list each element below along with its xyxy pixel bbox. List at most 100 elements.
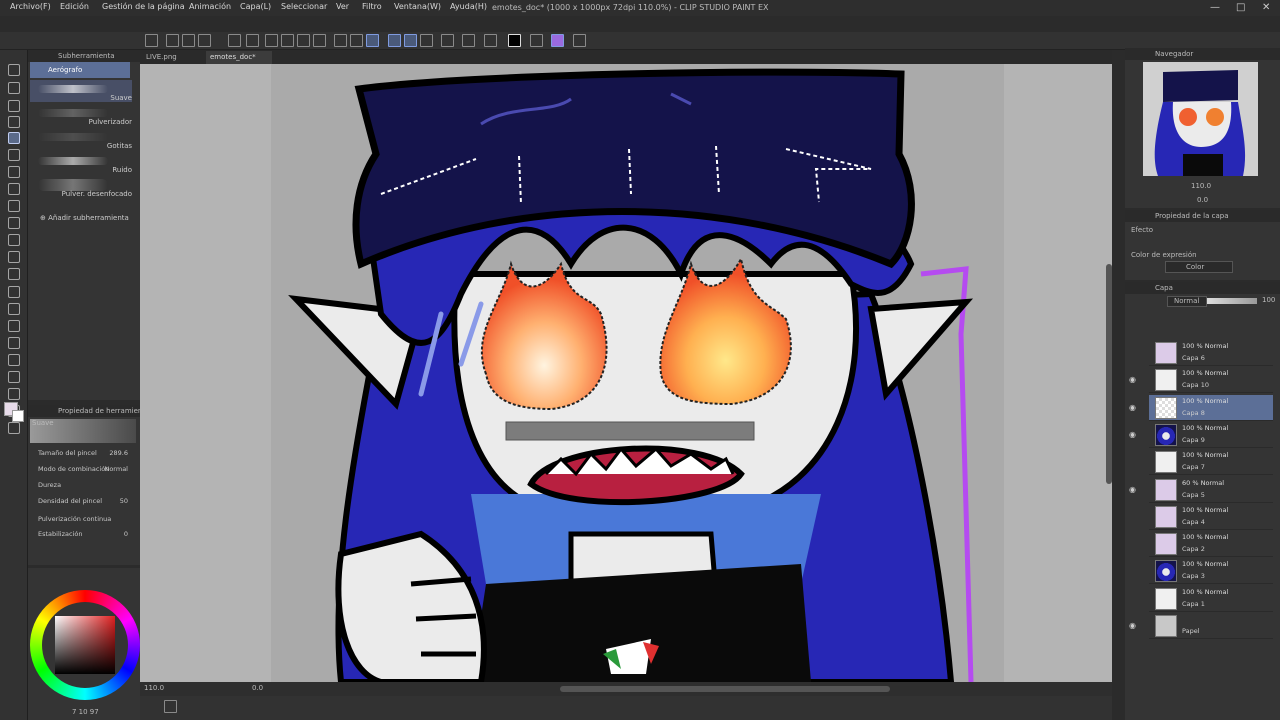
fit-screen-icon[interactable] bbox=[164, 700, 177, 713]
subtool-brush-pulverizador[interactable]: Pulverizador bbox=[30, 104, 132, 126]
navigator-angle[interactable]: 0.0 bbox=[1197, 196, 1208, 204]
prop-value[interactable]: 289.6 bbox=[109, 449, 128, 457]
hand-tool-icon[interactable] bbox=[8, 388, 20, 400]
menu-gestion-pagina[interactable]: Gestión de la página bbox=[102, 2, 185, 11]
menu-filtro[interactable]: Filtro bbox=[362, 2, 382, 11]
layer-row-capa-8[interactable]: ◉ 100 % Normal Capa 8 bbox=[1129, 394, 1273, 421]
canvas-area[interactable] bbox=[140, 64, 1112, 682]
layer-row-capa-4[interactable]: 100 % Normal Capa 4 bbox=[1149, 504, 1273, 530]
new-file-icon[interactable] bbox=[166, 34, 179, 47]
eye-icon[interactable]: ◉ bbox=[1129, 485, 1136, 494]
decoration-tool-icon[interactable] bbox=[8, 149, 20, 161]
brush-size-row[interactable]: Tamaño del pincel 289.6 bbox=[38, 449, 138, 461]
prop-value[interactable]: 0 bbox=[124, 530, 128, 538]
menu-ayuda[interactable]: Ayuda(H) bbox=[450, 2, 487, 11]
menu-edicion[interactable]: Edición bbox=[60, 2, 89, 11]
brush-density-row[interactable]: Densidad del pincel 50 bbox=[38, 497, 138, 509]
move-layer-tool-icon[interactable] bbox=[8, 286, 20, 298]
stabilization-row[interactable]: Estabilización 0 bbox=[38, 530, 138, 542]
eyedropper-icon[interactable] bbox=[573, 34, 586, 47]
subtool-brush-gotitas[interactable]: Gotitas bbox=[30, 128, 132, 150]
opacity-slider[interactable] bbox=[1207, 298, 1257, 304]
layer-row-capa-6[interactable]: 100 % Normal Capa 6 bbox=[1149, 340, 1273, 366]
blend-tool-icon[interactable] bbox=[8, 166, 20, 178]
save-icon[interactable] bbox=[198, 34, 211, 47]
add-subtool-button[interactable]: ⊕ Añadir subherramienta bbox=[40, 214, 129, 222]
ruler-icon[interactable] bbox=[441, 34, 454, 47]
prop-value[interactable]: Normal bbox=[104, 465, 128, 473]
ruler-tool-icon[interactable] bbox=[8, 303, 20, 315]
open-file-icon[interactable] bbox=[182, 34, 195, 47]
snap-special-ruler-icon[interactable] bbox=[404, 34, 417, 47]
settings-icon[interactable] bbox=[462, 34, 475, 47]
menu-ver[interactable]: Ver bbox=[336, 2, 349, 11]
menu-animacion[interactable]: Animación bbox=[189, 2, 231, 11]
pen-tool-icon[interactable] bbox=[8, 64, 20, 76]
layer-row-capa-10[interactable]: ◉ 100 % Normal Capa 10 bbox=[1129, 367, 1273, 394]
layer-row-capa-7[interactable]: 100 % Normal Capa 7 bbox=[1149, 449, 1273, 476]
invert-selection-icon[interactable] bbox=[350, 34, 363, 47]
black-color-icon[interactable] bbox=[508, 34, 521, 47]
artwork-canvas[interactable] bbox=[271, 64, 1004, 682]
blend-mode-select[interactable]: Normal bbox=[1167, 296, 1207, 307]
layer-row-capa-9[interactable]: ◉ 100 % Normal Capa 9 bbox=[1129, 422, 1273, 448]
menu-archivo[interactable]: Archivo(F) bbox=[10, 2, 51, 11]
zoom-readout[interactable]: 110.0 bbox=[144, 684, 164, 692]
app-home-icon[interactable] bbox=[145, 34, 158, 47]
minimize-icon[interactable]: — bbox=[1210, 2, 1220, 13]
angle-readout[interactable]: 0.0 bbox=[252, 684, 263, 692]
layer-row-capa-1[interactable]: 100 % Normal Capa 1 bbox=[1149, 586, 1273, 612]
prop-value[interactable]: 50 bbox=[120, 497, 128, 505]
eyedropper-tool-icon[interactable] bbox=[8, 422, 20, 434]
redo-icon[interactable] bbox=[246, 34, 259, 47]
continuous-spray-row[interactable]: Pulverización continua bbox=[38, 515, 138, 527]
close-icon[interactable]: ✕ bbox=[1262, 2, 1270, 13]
selection-tool-icon[interactable] bbox=[8, 183, 20, 195]
saturation-value-square[interactable] bbox=[55, 616, 115, 674]
fill-tool-icon[interactable] bbox=[8, 234, 20, 246]
text-tool-icon[interactable] bbox=[8, 320, 20, 332]
eye-icon[interactable]: ◉ bbox=[1129, 430, 1136, 439]
menu-capa[interactable]: Capa(L) bbox=[240, 2, 271, 11]
operation-tool-icon[interactable] bbox=[8, 371, 20, 383]
opacity-value[interactable]: 100 bbox=[1262, 296, 1275, 304]
pencil-tool-icon[interactable] bbox=[8, 82, 20, 94]
lasso-tool-icon[interactable] bbox=[8, 200, 20, 212]
menu-ventana[interactable]: Ventana(W) bbox=[394, 2, 441, 11]
snap-grid-icon[interactable] bbox=[420, 34, 433, 47]
horizontal-scrollbar[interactable] bbox=[560, 686, 890, 692]
sub-color-swatch[interactable] bbox=[12, 410, 24, 422]
subtool-group-tab[interactable]: Aerógrafo bbox=[30, 62, 130, 78]
expression-color-select[interactable]: Color bbox=[1165, 261, 1233, 273]
selection-launcher-bar[interactable] bbox=[505, 421, 755, 441]
clear-outside-icon[interactable] bbox=[281, 34, 294, 47]
draw-color-icon[interactable] bbox=[551, 34, 564, 47]
fill-icon[interactable] bbox=[297, 34, 310, 47]
menu-seleccionar[interactable]: Seleccionar bbox=[281, 2, 327, 11]
tab-emotes-doc[interactable]: emotes_doc* bbox=[206, 51, 272, 64]
eraser-icon[interactable] bbox=[530, 34, 543, 47]
clear-icon[interactable] bbox=[265, 34, 278, 47]
eye-icon[interactable]: ◉ bbox=[1129, 375, 1136, 384]
brush-tool-icon[interactable] bbox=[8, 100, 20, 112]
hardness-row[interactable]: Dureza bbox=[38, 481, 138, 493]
vertical-scrollbar[interactable] bbox=[1106, 264, 1112, 484]
airbrush-tool-icon[interactable] bbox=[8, 132, 20, 144]
auto-select-tool-icon[interactable] bbox=[8, 217, 20, 229]
subtool-brush-pulver-desenfocado[interactable]: Pulver. desenfocado bbox=[30, 176, 132, 198]
layer-row-capa-3[interactable]: 100 % Normal Capa 3 bbox=[1149, 558, 1273, 585]
undo-icon[interactable] bbox=[228, 34, 241, 47]
layer-row-capa-5[interactable]: ◉ 60 % Normal Capa 5 bbox=[1129, 477, 1273, 503]
eye-icon[interactable]: ◉ bbox=[1129, 621, 1136, 630]
snap-ruler-icon[interactable] bbox=[388, 34, 401, 47]
subtool-brush-ruido[interactable]: Ruido bbox=[30, 152, 132, 174]
navigator-thumbnail[interactable] bbox=[1143, 62, 1258, 176]
deselect-icon[interactable] bbox=[334, 34, 347, 47]
tab-live-png[interactable]: LIVE.png bbox=[142, 51, 198, 64]
transform-icon[interactable] bbox=[313, 34, 326, 47]
layer-row-capa-2[interactable]: 100 % Normal Capa 2 bbox=[1149, 531, 1273, 558]
eraser-tool-icon[interactable] bbox=[8, 116, 20, 128]
navigator-zoom[interactable]: 110.0 bbox=[1191, 182, 1211, 190]
show-selection-icon[interactable] bbox=[366, 34, 379, 47]
subtool-brush-suave[interactable]: Suave bbox=[30, 80, 132, 102]
